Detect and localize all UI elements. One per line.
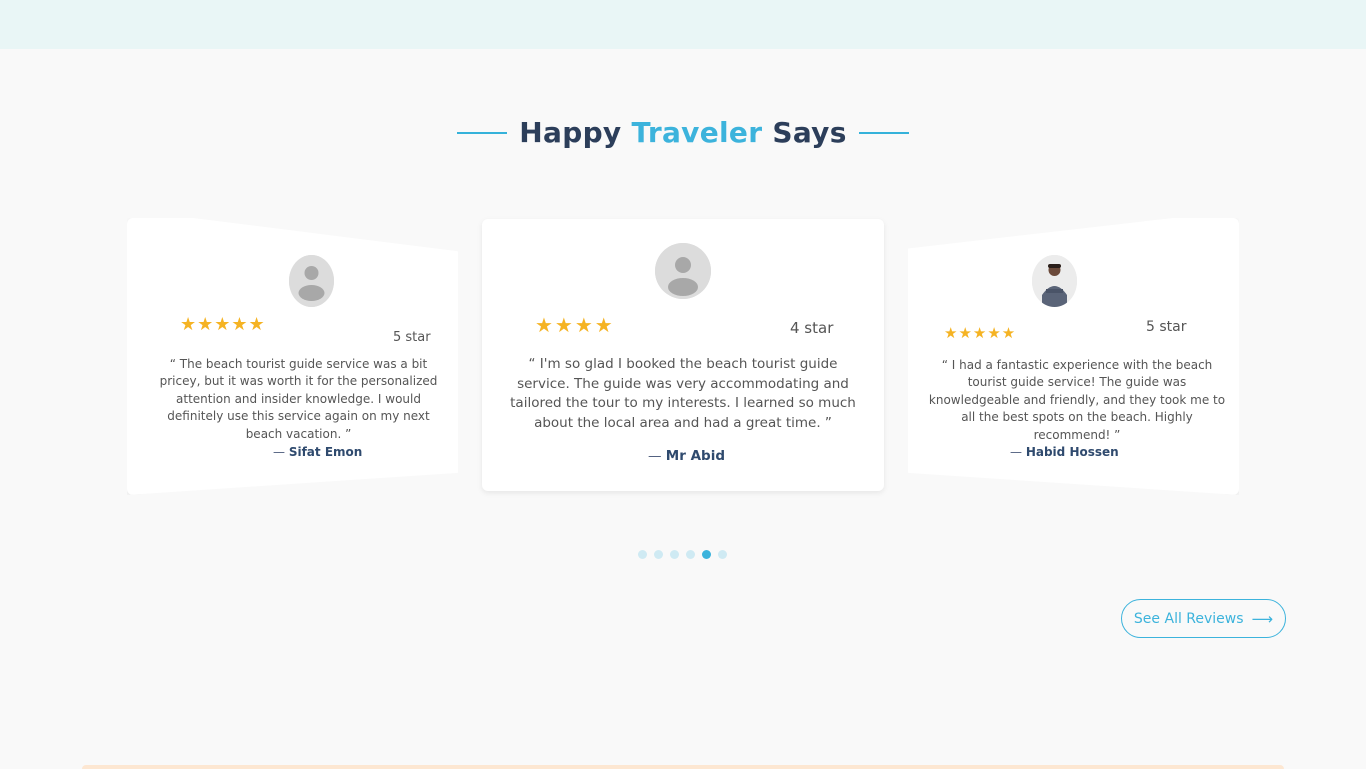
carousel-dot[interactable]: [718, 550, 727, 559]
review-card-center[interactable]: ★★★★ 4 star “ I'm so glad I booked the b…: [482, 219, 884, 491]
author-dash: —: [648, 448, 662, 464]
top-banner-band: [0, 0, 1366, 49]
rating-label: 5 star: [1146, 319, 1187, 335]
author-name: Sifat Emon: [288, 445, 363, 459]
title-accent: Traveler: [631, 116, 763, 149]
review-quote: “ I had a fantastic experience with the …: [928, 358, 1226, 442]
rating-stars: ★★★★: [535, 313, 615, 337]
rating-stars: ★★★★★: [944, 324, 1017, 342]
rating-stars: ★★★★★: [180, 314, 266, 335]
carousel-pagination: [638, 550, 727, 559]
review-author: — Mr Abid: [648, 448, 725, 464]
section-title: Happy Traveler Says: [519, 116, 846, 149]
avatar-placeholder-icon: [655, 243, 711, 299]
carousel-dot[interactable]: [686, 550, 695, 559]
author-name: Mr Abid: [665, 448, 725, 464]
review-quote: “ The beach tourist guide service was a …: [159, 357, 438, 441]
user-photo-avatar: [1032, 255, 1077, 307]
carousel-dot-active[interactable]: [702, 550, 711, 559]
carousel-dot[interactable]: [670, 550, 679, 559]
review-quote: “ I'm so glad I booked the beach tourist…: [510, 356, 856, 431]
see-all-reviews-button[interactable]: See All Reviews ⟶: [1121, 599, 1286, 638]
rating-label: 4 star: [790, 319, 834, 337]
title-suffix: Says: [772, 116, 847, 149]
carousel-dot[interactable]: [654, 550, 663, 559]
author-dash: —: [1010, 445, 1022, 459]
review-card-right[interactable]: ★★★★★ 5 star “ I had a fantastic experie…: [908, 218, 1239, 495]
heading-left-rule: [457, 131, 508, 134]
avatar-placeholder-icon: [289, 255, 334, 307]
review-author: — Habid Hossen: [1010, 445, 1119, 459]
review-card-left[interactable]: ★★★★★ 5 star “ The beach tourist guide s…: [127, 218, 458, 495]
rating-label: 5 star: [393, 330, 431, 345]
heading-right-rule: [858, 131, 909, 134]
carousel-dot[interactable]: [638, 550, 647, 559]
author-name: Habid Hossen: [1025, 445, 1119, 459]
review-author: — Sifat Emon: [273, 445, 362, 459]
next-section-edge: [82, 765, 1284, 769]
see-all-label: See All Reviews: [1133, 610, 1244, 627]
title-prefix: Happy: [519, 116, 622, 149]
section-heading: Happy Traveler Says: [0, 116, 1366, 149]
author-dash: —: [273, 445, 285, 459]
arrow-right-icon: ⟶: [1251, 609, 1274, 628]
